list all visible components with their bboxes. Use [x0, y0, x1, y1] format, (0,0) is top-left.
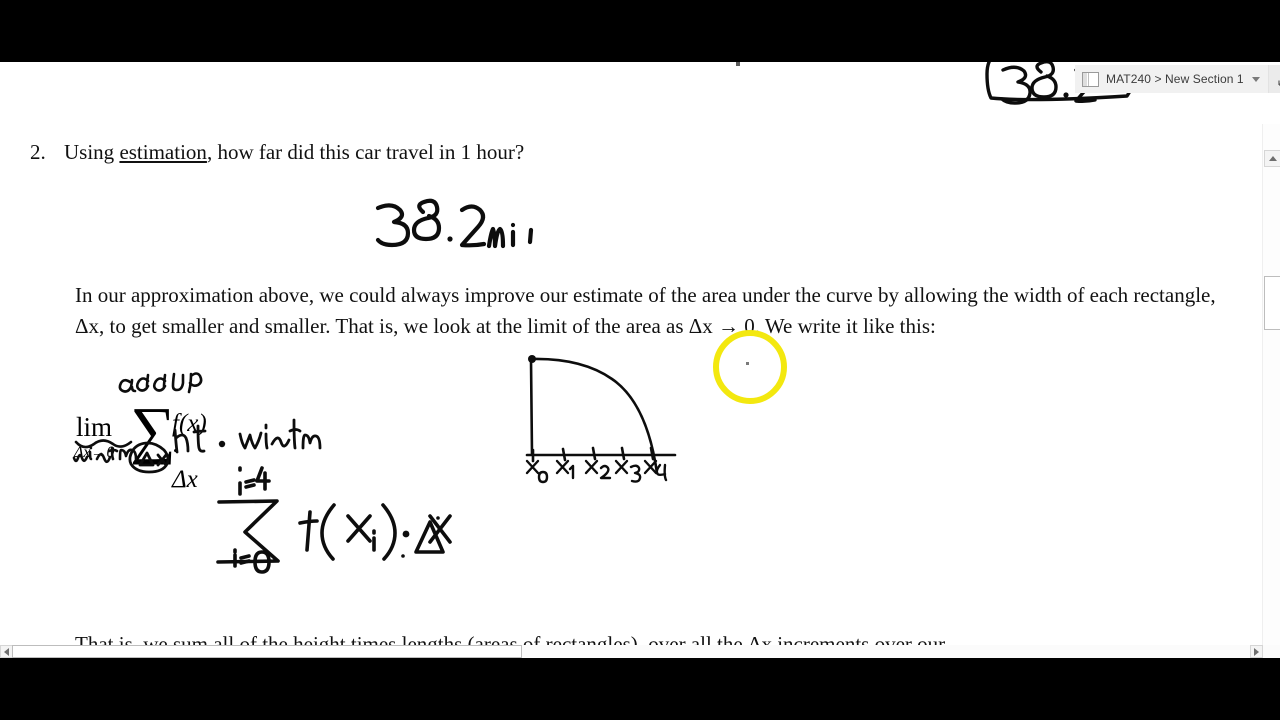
page-icon	[1082, 71, 1099, 87]
expand-arrow-button[interactable]	[1267, 65, 1280, 93]
vertical-scrollbar-thumb[interactable]	[1264, 276, 1280, 330]
notebook-tab-bar: MAT240 > New Section 1	[1075, 65, 1280, 93]
screen: 2. Using estimation, how far did this car…	[0, 0, 1280, 720]
vertical-scrollbar[interactable]	[1262, 124, 1280, 658]
chevron-down-icon[interactable]	[1251, 76, 1260, 82]
arrow-up-icon	[1268, 156, 1277, 161]
document-page: 2. Using estimation, how far did this car…	[0, 62, 1258, 648]
highlighter-circle-annotation	[713, 330, 787, 404]
scroll-right-button[interactable]	[1250, 645, 1263, 658]
sigma-symbol: ∑	[130, 394, 176, 465]
scroll-up-button[interactable]	[1264, 150, 1280, 167]
body-paragraph: In our approximation above, we could alw…	[75, 283, 1216, 338]
ink-add-up-label	[118, 372, 203, 394]
document-viewport[interactable]: 2. Using estimation, how far did this car…	[0, 62, 1280, 658]
horizontal-scrollbar-thumb[interactable]	[12, 645, 522, 658]
letterbox-bottom	[0, 658, 1280, 720]
ink-tick-labels	[525, 459, 668, 484]
formula-body: f(x) · Δx	[172, 410, 207, 493]
lim-subscript: Δx→0	[74, 444, 115, 461]
horizontal-scrollbar[interactable]	[0, 645, 1280, 658]
ink-hand-summation	[216, 466, 452, 574]
question-underlined-word: estimation	[119, 140, 207, 164]
tab-mat240-new-section-1[interactable]: MAT240 > New Section 1	[1075, 65, 1268, 93]
lim-operator: lim	[76, 412, 113, 442]
scrollbar-corner	[1264, 645, 1280, 658]
caret-mark	[736, 62, 740, 66]
highlighter-center-dot	[746, 362, 749, 365]
arrow-right-icon	[1254, 647, 1259, 656]
tab-label: MAT240 > New Section 1	[1106, 72, 1244, 86]
letterbox-top	[0, 0, 1280, 62]
question-line: 2. Using estimation, how far did this car…	[30, 140, 1180, 164]
question-text-after: , how far did this car travel in 1 hour?	[206, 140, 525, 164]
arrow-left-icon	[4, 647, 9, 656]
ink-curve-graph	[525, 355, 677, 475]
question-text-before: Using	[64, 140, 120, 164]
question-number: 2.	[30, 140, 46, 164]
ink-answer-38-2-mi	[375, 198, 534, 249]
